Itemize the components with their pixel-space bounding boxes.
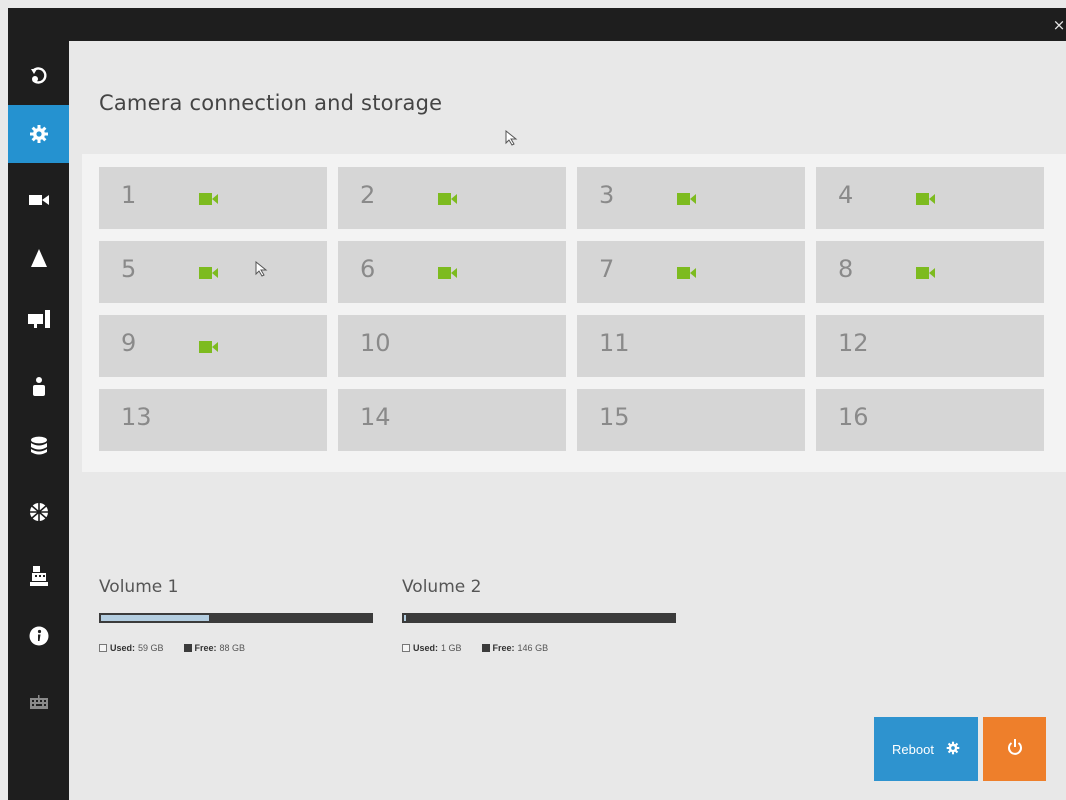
sidebar-item-network[interactable] (8, 483, 69, 541)
sidebar-item-alerts[interactable] (8, 229, 69, 287)
channel-cell[interactable]: 4 (816, 167, 1044, 229)
channel-number: 9 (121, 329, 137, 357)
page-title: Camera connection and storage (99, 91, 443, 115)
used-label: Used: (413, 643, 439, 653)
power-icon (1007, 739, 1023, 759)
channel-number: 3 (599, 181, 615, 209)
channel-number: 12 (838, 329, 869, 357)
alert-icon (30, 249, 47, 267)
network-icon (29, 502, 49, 522)
database-icon (30, 436, 47, 456)
volume-legend: Used: 59 GB Free: 88 GB (99, 643, 373, 653)
volume-1: Volume 1 Used: 59 GB Free: 88 GB (99, 577, 373, 653)
camera-channel-grid: 1 2 3 4 5 6 7 8 9 10 11 12 13 14 15 16 (82, 154, 1066, 472)
sidebar-item-playback[interactable] (8, 47, 69, 105)
channel-cell[interactable]: 12 (816, 315, 1044, 377)
mouse-cursor-icon (255, 261, 268, 277)
camera-connected-icon (438, 191, 458, 210)
channel-cell[interactable]: 3 (577, 167, 805, 229)
channel-number: 1 (121, 181, 137, 209)
volume-usage-bar (402, 613, 676, 623)
channel-cell[interactable]: 8 (816, 241, 1044, 303)
playback-icon (29, 66, 49, 86)
channel-cell[interactable]: 16 (816, 389, 1044, 451)
channel-cell[interactable]: 6 (338, 241, 566, 303)
title-bar: × (8, 8, 1066, 41)
sidebar-item-pos[interactable] (8, 547, 69, 605)
sidebar-item-settings[interactable] (8, 105, 69, 163)
camera-connected-icon (438, 265, 458, 284)
channel-cell[interactable]: 11 (577, 315, 805, 377)
sidebar (8, 41, 69, 800)
volume-label: Volume 1 (99, 577, 179, 597)
channel-number: 13 (121, 403, 152, 431)
user-icon (32, 376, 46, 396)
camera-connected-icon (677, 191, 697, 210)
used-swatch (402, 644, 410, 652)
free-value: 146 GB (517, 643, 549, 653)
volume-usage-fill (404, 615, 406, 621)
free-swatch (183, 644, 192, 652)
volume-legend: Used: 1 GB Free: 146 GB (402, 643, 676, 653)
used-label: Used: (110, 643, 136, 653)
keyboard-icon (29, 695, 48, 709)
free-swatch (481, 644, 490, 652)
sidebar-item-info[interactable] (8, 607, 69, 665)
camera-connected-icon (916, 191, 936, 210)
used-value: 1 GB (441, 643, 462, 653)
sidebar-item-keyboard[interactable] (8, 673, 69, 731)
sidebar-item-display[interactable] (8, 291, 69, 349)
mouse-cursor-icon (505, 130, 518, 146)
monitor-icon (27, 310, 50, 330)
camera-connected-icon (916, 265, 936, 284)
sidebar-item-camera[interactable] (8, 171, 69, 229)
channel-number: 7 (599, 255, 615, 283)
close-button[interactable]: × (1052, 17, 1066, 33)
channel-cell[interactable]: 5 (99, 241, 327, 303)
volume-usage-fill (101, 615, 209, 621)
channel-number: 8 (838, 255, 854, 283)
gear-icon (946, 741, 960, 758)
main-panel: Camera connection and storage 1234567891… (69, 41, 1066, 800)
cash-register-icon (29, 566, 48, 586)
channel-cell[interactable]: 7 (577, 241, 805, 303)
channel-cell[interactable]: 2 (338, 167, 566, 229)
free-label: Free: (492, 643, 515, 653)
info-icon (29, 626, 49, 646)
channel-number: 5 (121, 255, 137, 283)
camera-connected-icon (199, 265, 219, 284)
channel-cell[interactable]: 10 (338, 315, 566, 377)
gear-icon (29, 124, 49, 144)
sidebar-item-storage[interactable] (8, 417, 69, 475)
used-swatch (99, 644, 107, 652)
channel-number: 11 (599, 329, 630, 357)
channel-number: 14 (360, 403, 391, 431)
channel-number: 15 (599, 403, 630, 431)
volume-usage-bar (99, 613, 373, 623)
channel-number: 16 (838, 403, 869, 431)
sidebar-item-users[interactable] (8, 357, 69, 415)
channel-cell[interactable]: 15 (577, 389, 805, 451)
channel-cell[interactable]: 9 (99, 315, 327, 377)
reboot-label: Reboot (892, 741, 934, 757)
volume-label: Volume 2 (402, 577, 482, 597)
camera-icon (28, 193, 49, 207)
camera-connected-icon (677, 265, 697, 284)
power-button[interactable] (983, 717, 1046, 781)
free-value: 88 GB (219, 643, 246, 653)
channel-number: 6 (360, 255, 376, 283)
reboot-button[interactable]: Reboot (874, 717, 978, 781)
channel-cell[interactable]: 1 (99, 167, 327, 229)
channel-number: 4 (838, 181, 854, 209)
channel-cell[interactable]: 14 (338, 389, 566, 451)
channel-number: 10 (360, 329, 391, 357)
channel-number: 2 (360, 181, 376, 209)
camera-connected-icon (199, 339, 219, 358)
camera-connected-icon (199, 191, 219, 210)
free-label: Free: (194, 643, 217, 653)
volume-2: Volume 2 Used: 1 GB Free: 146 GB (402, 577, 676, 653)
used-value: 59 GB (138, 643, 164, 653)
channel-cell[interactable]: 13 (99, 389, 327, 451)
